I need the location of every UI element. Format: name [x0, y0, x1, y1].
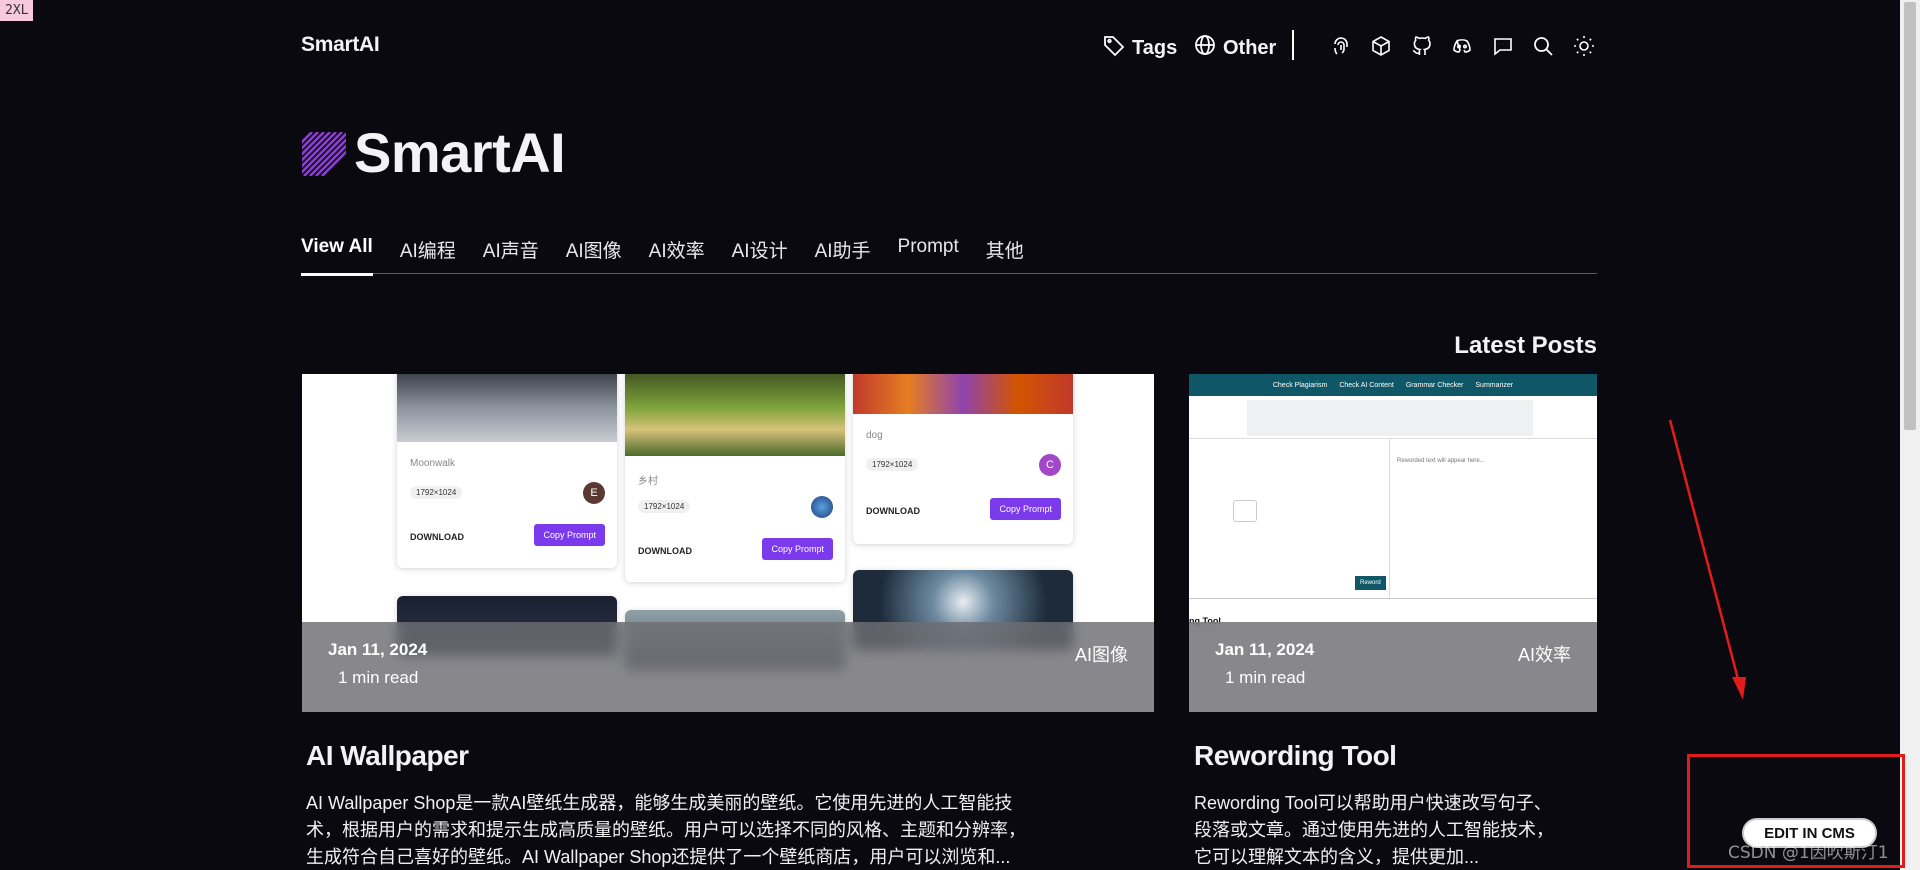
download-link: DOWNLOAD: [638, 546, 692, 556]
copy-prompt-button: Copy Prompt: [762, 538, 833, 560]
tab-prompt[interactable]: Prompt: [898, 236, 959, 274]
post-date: Jan 11, 2024: [1215, 640, 1315, 659]
section-title: Latest Posts: [1454, 332, 1597, 359]
nav-tags[interactable]: Tags: [1102, 33, 1177, 63]
hero-stripes-logo: [302, 132, 346, 176]
cube-icon[interactable]: [1367, 32, 1395, 60]
sun-icon[interactable]: [1570, 32, 1598, 60]
divider: [1189, 438, 1597, 439]
github-icon[interactable]: [1408, 32, 1436, 60]
wallpaper-size: 1792×1024: [638, 500, 691, 513]
rewording-menu-bar: Check Plagiarism Check AI Content Gramma…: [1189, 374, 1597, 396]
divider: [1389, 438, 1390, 598]
wallpaper-size: 1792×1024: [410, 486, 463, 499]
search-icon[interactable]: [1529, 32, 1557, 60]
tab-ai-image[interactable]: AI图像: [566, 236, 622, 274]
wallpaper-thumbnail: [853, 374, 1073, 414]
fingerprint-icon[interactable]: [1327, 32, 1355, 60]
tab-ai-design[interactable]: AI设计: [732, 236, 788, 274]
tab-ai-assistant[interactable]: AI助手: [815, 236, 871, 274]
category-tabs: View All AI编程 AI声音 AI图像 AI效率 AI设计 AI助手 P…: [301, 236, 1597, 276]
tab-ai-efficiency[interactable]: AI效率: [649, 236, 705, 274]
post-date: Jan 11, 2024: [328, 640, 428, 659]
chat-icon[interactable]: [1489, 32, 1517, 60]
wallpaper-size: 1792×1024: [866, 458, 919, 471]
download-link: DOWNLOAD: [866, 506, 920, 516]
breakpoint-badge: 2XL: [0, 0, 34, 21]
globe-icon: [1193, 33, 1217, 63]
scrollbar-thumb[interactable]: [1904, 2, 1916, 430]
tag-icon: [1102, 33, 1126, 63]
wallpaper-thumbnail: [397, 374, 617, 442]
copy-prompt-button: Copy Prompt: [534, 524, 605, 546]
avatar: [811, 496, 833, 518]
nav-other-label: Other: [1223, 36, 1277, 59]
tab-view-all[interactable]: View All: [301, 236, 373, 276]
download-link: DOWNLOAD: [410, 532, 464, 542]
tab-ai-coding[interactable]: AI编程: [400, 236, 456, 274]
post-card-ai-wallpaper[interactable]: Moonwalk 1792×1024 E DOWNLOAD Copy Promp…: [302, 374, 1154, 712]
watermark: CSDN @1因吹斯汀1: [1728, 843, 1889, 863]
tab-ai-voice[interactable]: AI声音: [483, 236, 539, 274]
menu-item: Check Plagiarism: [1272, 381, 1328, 389]
wallpaper-name: dog: [866, 430, 883, 441]
post-title[interactable]: Rewording Tool: [1194, 740, 1397, 772]
copy-prompt-button: Copy Prompt: [990, 498, 1061, 520]
input-box: [1247, 400, 1533, 436]
post-read-time: 1 min read: [338, 668, 419, 687]
post-card-rewording-tool[interactable]: Check Plagiarism Check AI Content Gramma…: [1189, 374, 1597, 712]
nav-divider: [1292, 30, 1294, 60]
avatar: E: [583, 482, 605, 504]
post-read-time: 1 min read: [1225, 668, 1306, 687]
wallpaper-card: Moonwalk 1792×1024 E DOWNLOAD Copy Promp…: [397, 374, 617, 568]
avatar: C: [1039, 454, 1061, 476]
post-description: Rewording Tool可以帮助用户快速改写句子、段落或文章。通过使用先进的…: [1194, 793, 1554, 867]
menu-item: Check AI Content: [1339, 381, 1394, 389]
nav-tags-label: Tags: [1132, 36, 1178, 59]
card-meta-overlay: Jan 11, 2024 1 min read AI效率: [1189, 622, 1597, 712]
page-scrollbar[interactable]: [1900, 0, 1920, 870]
output-placeholder: Reworded text will appear here...: [1397, 458, 1485, 464]
menu-item: Grammar Checker: [1405, 381, 1464, 389]
upload-icon: [1233, 500, 1257, 522]
post-description: AI Wallpaper Shop是一款AI壁纸生成器，能够生成美丽的壁纸。它使…: [306, 793, 1026, 867]
wallpaper-name: 乡村: [638, 476, 658, 487]
post-category-tag[interactable]: AI效率: [1518, 641, 1571, 667]
menu-item: Summarizer: [1475, 381, 1514, 389]
card-meta-overlay: Jan 11, 2024 1 min read AI图像: [302, 622, 1154, 712]
post-title[interactable]: AI Wallpaper: [306, 740, 469, 772]
annotation-arrow: [1668, 419, 1746, 700]
nav-other[interactable]: Other: [1193, 33, 1276, 63]
discord-icon[interactable]: [1448, 32, 1476, 60]
tab-other[interactable]: 其他: [986, 236, 1024, 274]
wallpaper-name: Moonwalk: [410, 458, 456, 469]
hero-title: SmartAI: [354, 121, 566, 184]
wallpaper-thumbnail: [625, 374, 845, 456]
wallpaper-card: 乡村 1792×1024 DOWNLOAD Copy Prompt: [625, 374, 845, 582]
wallpaper-card: dog 1792×1024 C DOWNLOAD Copy Prompt: [853, 374, 1073, 544]
site-logo[interactable]: SmartAI: [301, 33, 380, 57]
reword-button: Reword: [1355, 576, 1386, 590]
divider: [1189, 598, 1597, 599]
post-category-tag[interactable]: AI图像: [1075, 641, 1128, 667]
